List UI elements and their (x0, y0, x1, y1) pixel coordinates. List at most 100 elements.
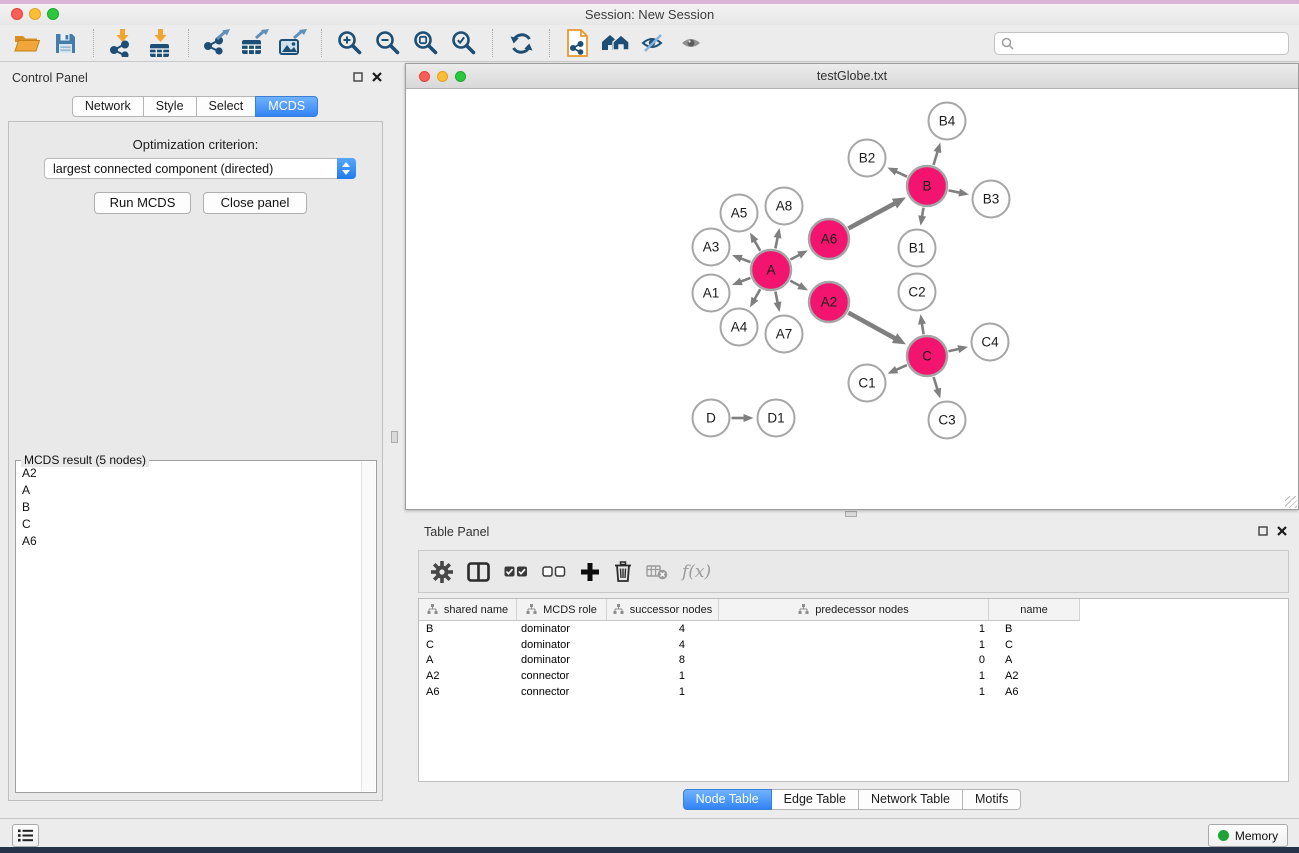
graph-edge-B-B4[interactable] (933, 143, 941, 165)
export-image-button[interactable] (274, 27, 312, 59)
graph-edge-A-A8[interactable] (774, 228, 782, 248)
graph-edge-B-B1[interactable] (918, 208, 926, 226)
show-all-networks-button[interactable] (597, 27, 635, 59)
export-table-button[interactable] (236, 27, 274, 59)
graph-node-C3[interactable]: C3 (929, 402, 966, 439)
open-session-button[interactable] (8, 27, 46, 59)
graph-node-C4[interactable]: C4 (972, 324, 1009, 361)
graph-node-A2[interactable]: A2 (809, 282, 849, 322)
graph-node-A5[interactable]: A5 (721, 195, 758, 232)
criterion-select[interactable]: largest connected component (directed) (44, 158, 356, 179)
graph-edge-A2-C[interactable] (848, 313, 906, 345)
minimize-window-button[interactable] (29, 8, 41, 20)
search-field[interactable] (994, 32, 1289, 55)
zoom-fit-button[interactable] (407, 27, 445, 59)
mcds-result-item[interactable]: B (17, 498, 361, 515)
table-tab-node-table[interactable]: Node Table (683, 789, 772, 810)
graph-edge-A-A3[interactable] (732, 255, 750, 262)
column-layout-button[interactable] (467, 555, 490, 589)
column-header-name[interactable]: name (989, 599, 1080, 621)
tab-network[interactable]: Network (72, 96, 144, 117)
memory-button[interactable]: Memory (1208, 824, 1288, 847)
zoom-out-button[interactable] (369, 27, 407, 59)
column-header-predecessor-nodes[interactable]: predecessor nodes (719, 599, 989, 621)
hide-selected-button[interactable] (635, 27, 673, 59)
graph-edge-A-A5[interactable] (750, 233, 760, 251)
run-mcds-button[interactable]: Run MCDS (94, 192, 191, 214)
graph-node-A8[interactable]: A8 (766, 188, 803, 225)
deselect-all-columns-button[interactable] (542, 555, 566, 589)
graph-node-B1[interactable]: B1 (899, 230, 936, 267)
save-session-button[interactable] (46, 27, 84, 59)
graph-edge-A-A6[interactable] (790, 250, 807, 259)
graph-edge-A-A1[interactable] (732, 278, 750, 285)
horizontal-split-handle[interactable] (845, 511, 857, 517)
table-row-A2[interactable]: A2connector11A2 (419, 668, 1288, 684)
graph-node-D1[interactable]: D1 (758, 400, 795, 437)
tab-select[interactable]: Select (196, 96, 257, 117)
graph-node-B3[interactable]: B3 (973, 181, 1010, 218)
select-all-columns-button[interactable] (504, 555, 528, 589)
show-selected-button[interactable] (673, 27, 711, 59)
mcds-result-item[interactable]: C (17, 515, 361, 532)
table-tab-motifs[interactable]: Motifs (962, 789, 1021, 810)
float-table-panel-icon[interactable] (1258, 526, 1268, 536)
close-panel-button[interactable]: Close panel (203, 192, 307, 214)
window-resize-grip[interactable] (1285, 496, 1297, 508)
refresh-layout-button[interactable] (502, 27, 540, 59)
add-column-button[interactable] (580, 555, 600, 589)
table-row-B[interactable]: Bdominator41B (419, 621, 1288, 637)
export-network-button[interactable] (198, 27, 236, 59)
graph-node-C2[interactable]: C2 (899, 274, 936, 311)
import-network-button[interactable] (103, 27, 141, 59)
import-table-button[interactable] (141, 27, 179, 59)
graph-edge-D-D1[interactable] (732, 414, 754, 422)
graph-node-B[interactable]: B (907, 166, 947, 206)
graph-edge-A-A4[interactable] (750, 289, 760, 307)
graph-node-D[interactable]: D (693, 400, 730, 437)
float-panel-icon[interactable] (353, 72, 363, 82)
graph-edge-C-C4[interactable] (948, 345, 968, 353)
table-tab-edge-table[interactable]: Edge Table (771, 789, 859, 810)
table-tab-network-table[interactable]: Network Table (858, 789, 963, 810)
duplicate-network-button[interactable] (559, 27, 597, 59)
graph-edge-B-B2[interactable] (887, 168, 907, 177)
graph-edge-C-C3[interactable] (933, 377, 941, 399)
table-row-A[interactable]: Adominator80A (419, 652, 1288, 668)
graph-edge-A-A7[interactable] (774, 292, 782, 312)
table-row-C[interactable]: Cdominator41C (419, 637, 1288, 653)
graph-node-A[interactable]: A (751, 250, 791, 290)
network-canvas[interactable]: B4B2BB3A8A5A6A3B1AC2A1A2A4A7C4CC1C3DD1 (406, 89, 1298, 509)
graph-edge-A6-B[interactable] (848, 197, 906, 228)
column-header-shared-name[interactable]: shared name (419, 599, 517, 621)
close-window-button[interactable] (11, 8, 23, 20)
table-row-A6[interactable]: A6connector11A6 (419, 684, 1288, 700)
graph-edge-A-A2[interactable] (790, 281, 808, 291)
graph-node-A4[interactable]: A4 (721, 309, 758, 346)
graph-node-A6[interactable]: A6 (809, 219, 849, 259)
search-input[interactable] (1018, 35, 1288, 53)
mcds-result-item[interactable]: A6 (17, 532, 361, 549)
mcds-result-item[interactable]: A2 (17, 464, 361, 481)
network-minimize-button[interactable] (437, 71, 448, 82)
vertical-split-handle[interactable] (391, 431, 398, 443)
zoom-window-button[interactable] (47, 8, 59, 20)
mcds-result-item[interactable]: A (17, 481, 361, 498)
tab-style[interactable]: Style (143, 96, 197, 117)
graph-node-B2[interactable]: B2 (849, 140, 886, 177)
delete-table-button[interactable] (646, 555, 668, 589)
zoom-selected-button[interactable] (445, 27, 483, 59)
delete-column-button[interactable] (614, 555, 632, 589)
zoom-in-button[interactable] (331, 27, 369, 59)
graph-node-A7[interactable]: A7 (766, 316, 803, 353)
mcds-list-scrollbar[interactable] (361, 462, 375, 791)
apply-function-button[interactable]: f(x) (682, 555, 711, 589)
tab-mcds[interactable]: MCDS (255, 96, 318, 117)
graph-node-C1[interactable]: C1 (849, 365, 886, 402)
graph-node-A1[interactable]: A1 (693, 275, 730, 312)
graph-edge-C-C2[interactable] (918, 314, 926, 334)
column-header-successor-nodes[interactable]: successor nodes (607, 599, 719, 621)
graph-node-B4[interactable]: B4 (929, 103, 966, 140)
graph-edge-B-B3[interactable] (949, 189, 969, 197)
close-panel-icon[interactable] (372, 72, 382, 82)
